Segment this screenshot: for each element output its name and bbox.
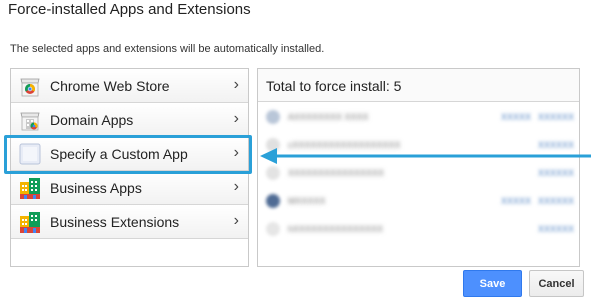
list-item: hXXXXXXXXXXXXXXX XXXXXX — [258, 215, 579, 242]
business-apps-icon — [18, 176, 42, 200]
callout-arrow — [260, 148, 591, 164]
menu-item-business-extensions[interactable]: Business Extensions › — [11, 205, 248, 239]
total-to-install-header: Total to force install: 5 — [258, 69, 579, 102]
app-icon — [266, 221, 280, 236]
menu-item-label: Domain Apps — [50, 111, 134, 128]
app-action-link[interactable]: XXXXXX — [538, 196, 574, 206]
business-extensions-icon — [18, 210, 42, 234]
app-action-link[interactable]: XXXXXX — [538, 112, 574, 122]
menu-item-label: Specify a Custom App — [50, 145, 188, 162]
app-action-link[interactable]: XXXXXX — [538, 224, 574, 234]
cancel-button[interactable]: Cancel — [529, 270, 584, 297]
app-name: XXXXXXXXXXXXXXXX — [288, 167, 385, 178]
app-icon — [266, 193, 280, 208]
chevron-right-icon: › — [233, 178, 239, 195]
menu-item-label: Chrome Web Store — [50, 77, 170, 94]
app-source-menu: Chrome Web Store › Domain Apps › Specify… — [10, 68, 249, 267]
app-action-link[interactable]: XXXXX — [501, 196, 531, 206]
app-name: AXXXXXXXX XXXX — [288, 111, 369, 122]
dialog-subtitle: The selected apps and extensions will be… — [10, 43, 325, 55]
list-item: MXXXXX XXXXX XXXXXX — [258, 187, 579, 214]
menu-item-specify-custom-app[interactable]: Specify a Custom App › — [11, 137, 248, 171]
list-item: AXXXXXXXX XXXX XXXXX XXXXXX — [258, 103, 579, 130]
app-icon — [266, 109, 280, 124]
chevron-right-icon: › — [233, 110, 239, 127]
menu-item-chrome-web-store[interactable]: Chrome Web Store › — [11, 69, 248, 103]
dialog-title: Force-installed Apps and Extensions — [8, 1, 251, 18]
save-button[interactable]: Save — [463, 270, 522, 297]
domain-apps-icon — [18, 108, 42, 132]
chevron-right-icon: › — [233, 76, 239, 93]
menu-item-domain-apps[interactable]: Domain Apps › — [11, 103, 248, 137]
chrome-web-store-icon — [18, 74, 42, 98]
menu-item-label: Business Apps — [50, 179, 142, 196]
custom-app-icon — [18, 142, 42, 166]
chevron-right-icon: › — [233, 144, 239, 161]
app-action-link[interactable]: XXXXX — [501, 112, 531, 122]
app-action-link[interactable]: XXXXXX — [538, 168, 574, 178]
app-name: hXXXXXXXXXXXXXXX — [288, 223, 384, 234]
menu-item-business-apps[interactable]: Business Apps › — [11, 171, 248, 205]
app-name: MXXXXX — [288, 195, 326, 206]
menu-item-label: Business Extensions — [50, 213, 180, 230]
chevron-right-icon: › — [233, 212, 239, 229]
